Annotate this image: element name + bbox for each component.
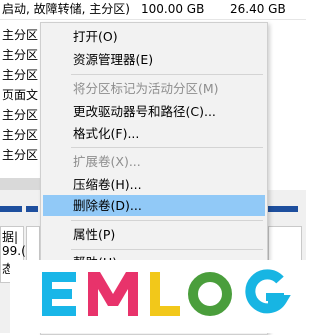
volume-row[interactable]: 启动, 故障转储, 主分区) 100.00 GB 26.40 GB [0,0,306,20]
menu-separator [71,74,263,75]
menu-item-format[interactable]: 格式化(F)... [43,123,265,144]
disk-bar [0,206,22,212]
horizontal-scrollbar[interactable] [0,178,40,190]
menu-item-properties[interactable]: 属性(P) [43,224,265,245]
menu-separator [71,220,263,221]
volume-type: 主分区 [2,108,39,122]
menu-item-explorer[interactable]: 资源管理器(E) [43,49,265,70]
volume-type: 主分区 [2,28,39,42]
menu-item-extend-volume[interactable]: 扩展卷(X)... [43,151,265,172]
volume-type: 主分区 [2,68,39,82]
volume-status: 启动, 故障转储, 主分区) [2,2,130,16]
logo-letter-g [245,269,291,314]
volume-type: 主分区 [2,128,39,142]
volume-type: 主分区 [2,148,39,162]
volume-type: 页面文 [2,88,39,102]
menu-separator [71,147,263,148]
logo-letter-e [42,272,76,316]
menu-item-delete-volume[interactable]: 删除卷(D)... [43,195,265,216]
volume-type: 主分区 [2,48,39,62]
menu-item-mark-active[interactable]: 将分区标记为活动分区(M) [43,78,265,99]
menu-item-shrink-volume[interactable]: 压缩卷(H)... [43,174,265,195]
emlog-logo-graphic [42,269,291,316]
volume-free-space: 26.40 GB [230,2,286,16]
disk-cell: 99.( [2,244,26,258]
volume-capacity: 100.00 GB [141,2,205,16]
logo-letter-o [188,272,232,316]
disk-bar [26,206,38,212]
disk-bar [268,206,298,212]
menu-separator [71,249,263,250]
disk-cell: 据| [2,230,19,244]
logo-letter-m [88,272,138,316]
menu-item-change-drive-letter[interactable]: 更改驱动器号和路径(C)... [43,101,265,122]
emlog-watermark-logo [10,260,306,333]
logo-letter-l [150,272,180,316]
menu-item-open[interactable]: 打开(O) [43,26,265,47]
